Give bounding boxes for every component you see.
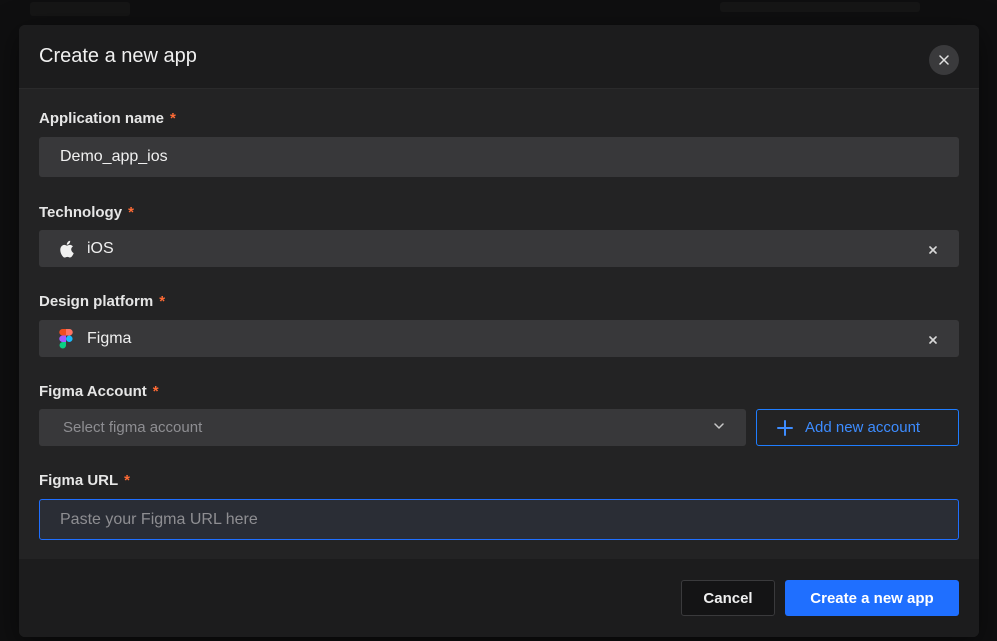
figma-url-label-text: Figma URL	[39, 472, 119, 489]
figma-account-placeholder: Select figma account	[63, 419, 203, 436]
add-new-account-label: Add new account	[805, 419, 921, 436]
figma-icon	[59, 328, 73, 348]
design-platform-label: Design platform *	[39, 293, 165, 310]
technology-select[interactable]: iOS	[39, 230, 959, 267]
application-name-input[interactable]: Demo_app_ios	[39, 137, 959, 177]
modal-header: Create a new app	[19, 25, 979, 89]
required-mark: *	[128, 204, 134, 221]
figma-account-select[interactable]: Select figma account	[39, 409, 746, 446]
background-element	[720, 2, 920, 12]
figma-account-label-text: Figma Account	[39, 383, 147, 400]
figma-url-label: Figma URL *	[39, 472, 130, 489]
clear-design-platform-button[interactable]	[929, 331, 937, 347]
required-mark: *	[170, 110, 176, 127]
close-icon	[929, 245, 937, 254]
add-new-account-button[interactable]: Add new account	[756, 409, 959, 446]
close-button[interactable]	[929, 45, 959, 75]
cancel-button[interactable]: Cancel	[681, 580, 775, 616]
design-platform-value: Figma	[87, 329, 132, 347]
create-app-modal: Create a new app Application name * Demo_…	[19, 25, 979, 637]
design-platform-label-text: Design platform	[39, 293, 154, 310]
application-name-label: Application name *	[39, 110, 176, 127]
required-mark: *	[159, 293, 166, 310]
technology-label: Technology *	[39, 204, 134, 221]
modal-title: Create a new app	[39, 45, 197, 67]
clear-technology-button[interactable]	[929, 241, 937, 257]
application-name-label-text: Application name	[39, 110, 165, 127]
figma-account-label: Figma Account *	[39, 383, 159, 400]
close-icon	[929, 335, 937, 344]
chevron-down-icon	[714, 423, 724, 429]
technology-label-text: Technology	[39, 204, 123, 221]
required-mark: *	[124, 472, 131, 489]
create-app-button[interactable]: Create a new app	[785, 580, 959, 616]
close-icon	[939, 55, 949, 65]
figma-url-input[interactable]	[39, 499, 959, 540]
application-name-value: Demo_app_ios	[60, 148, 168, 165]
plus-icon	[777, 419, 793, 436]
required-mark: *	[152, 383, 159, 400]
background-element	[30, 2, 130, 16]
apple-icon	[60, 240, 74, 257]
design-platform-select[interactable]: Figma	[39, 320, 959, 357]
modal-footer: Cancel Create a new app	[19, 559, 979, 637]
technology-value: iOS	[87, 239, 114, 257]
